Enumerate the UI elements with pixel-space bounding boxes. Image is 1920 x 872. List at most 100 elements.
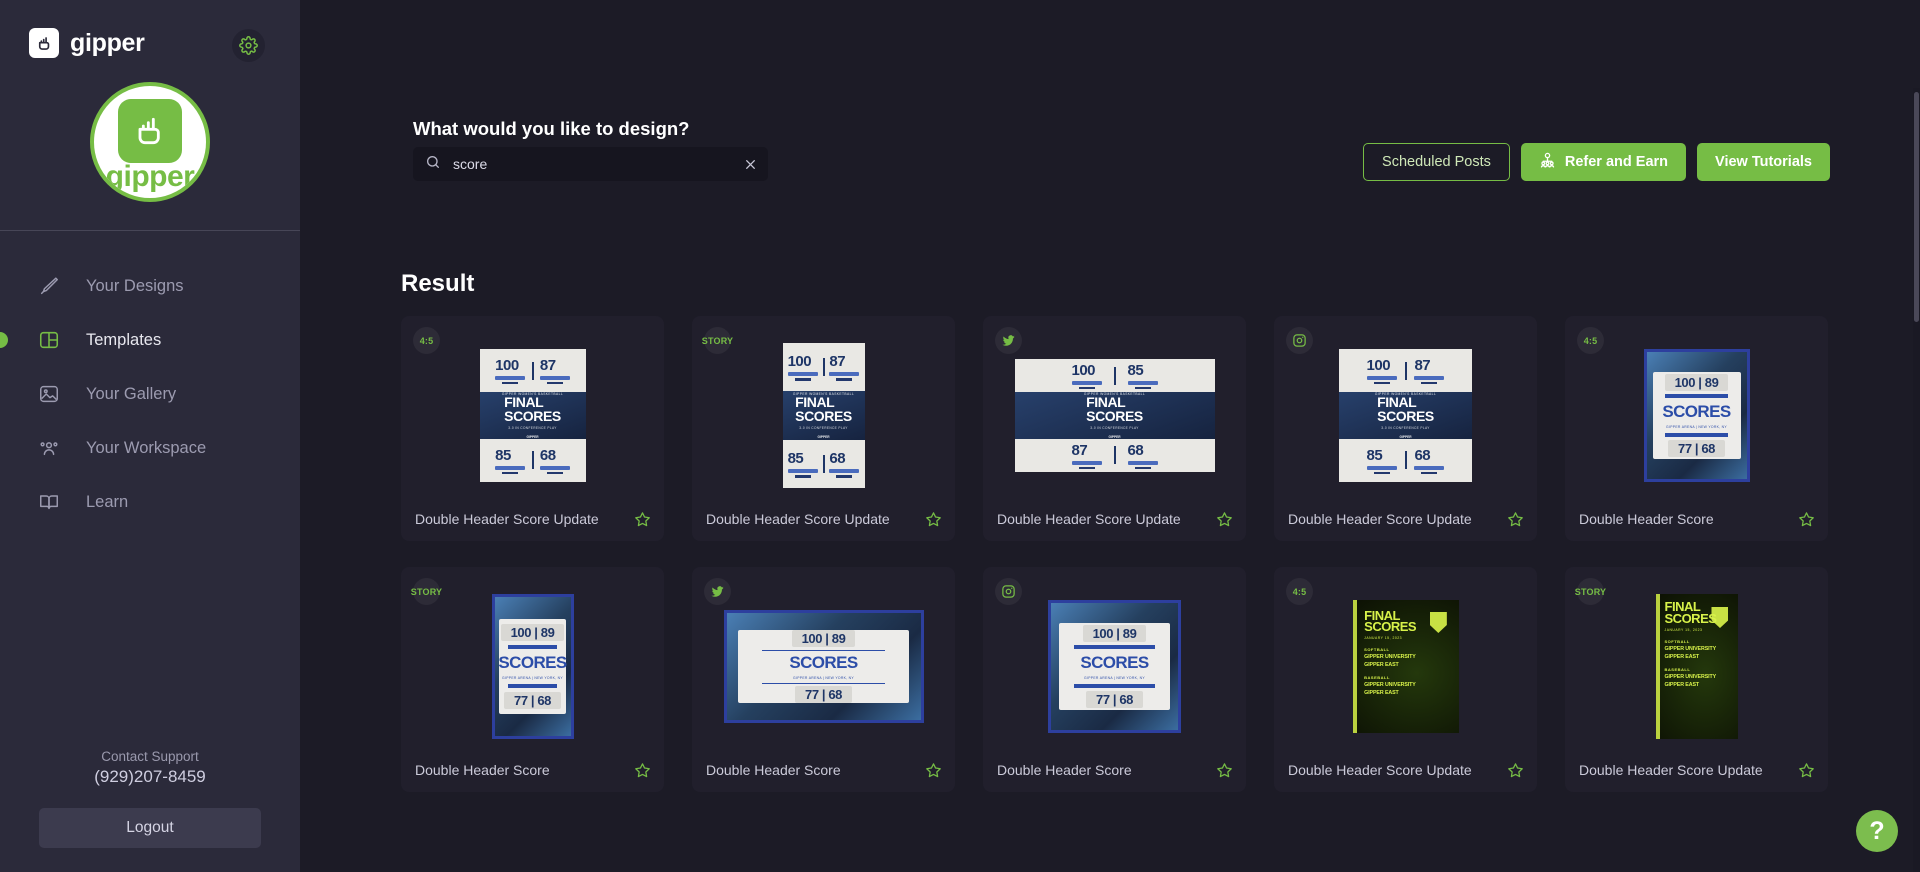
header-actions: Scheduled Posts Refer and Earn View Tuto… xyxy=(1363,143,1830,181)
score-row-top: 100 | 89 xyxy=(791,630,856,648)
favorite-star-icon[interactable] xyxy=(924,510,943,529)
book-icon xyxy=(36,489,62,515)
score-row-top: 100 | 89 xyxy=(1664,373,1729,391)
search-input[interactable] xyxy=(441,156,742,172)
template-thumbnail[interactable]: 100 | 89 SCORES GIPPER ARENA | NEW YORK, N… xyxy=(1565,343,1828,488)
card-footer: Double Header Score Update xyxy=(1565,748,1828,792)
favorite-star-icon[interactable] xyxy=(1506,761,1525,780)
sidebar-item-label: Templates xyxy=(86,330,162,349)
template-card[interactable]: STORY FINAL SCORES JANUARY 15, 2023 SOFTBALL… xyxy=(1565,567,1828,792)
aspect-ratio-badge: STORY xyxy=(411,578,442,605)
refer-and-earn-button[interactable]: Refer and Earn xyxy=(1520,143,1687,181)
template-card[interactable]: STORY 100 87 GIPPER WOMEN'S BASKETBALL FINAL… xyxy=(692,316,955,541)
template-thumbnail[interactable]: 100 | 89 SCORES GIPPER ARENA | NEW YORK, N… xyxy=(983,594,1246,739)
template-card[interactable]: 100 | 89 SCORES GIPPER ARENA | NEW YORK, N… xyxy=(983,567,1246,792)
templates-icon xyxy=(36,327,62,353)
search-icon xyxy=(425,154,441,175)
scrollbar-thumb[interactable] xyxy=(1914,92,1919,322)
template-thumbnail[interactable]: 100 | 89 SCORES GIPPER ARENA | NEW YORK, N… xyxy=(401,594,664,739)
page-title: What would you like to design? xyxy=(413,118,690,139)
score-row-top: 100 87 xyxy=(783,343,865,391)
template-artwork: 100 | 89 SCORES GIPPER ARENA | NEW YORK, N… xyxy=(498,619,567,714)
sidebar-item-templates[interactable]: Templates xyxy=(0,313,300,367)
template-thumbnail[interactable]: FINAL SCORES JANUARY 15, 2023 SOFTBALL GIPPE… xyxy=(1274,594,1537,739)
favorite-star-icon[interactable] xyxy=(1506,510,1525,529)
template-thumbnail[interactable]: 100 87 GIPPER WOMEN'S BASKETBALL FINAL SCORE… xyxy=(692,343,955,488)
twitter-icon xyxy=(995,327,1022,354)
favorite-star-icon[interactable] xyxy=(633,510,652,529)
template-card[interactable]: 4:5 100 | 89 SCORES GIPPER ARENA | NEW YORK… xyxy=(1565,316,1828,541)
close-icon[interactable] xyxy=(742,156,758,172)
sidebar-item-learn[interactable]: Learn xyxy=(0,475,300,529)
aspect-ratio-badge: 4:5 xyxy=(1286,578,1313,605)
sidebar-divider xyxy=(0,230,300,231)
artwork-headline: SCORES xyxy=(1080,652,1149,672)
contact-support-label: Contact Support xyxy=(101,749,199,764)
favorite-star-icon[interactable] xyxy=(1215,510,1234,529)
thumbnail-image: 100 85 GIPPER WOMEN'S BASKETBALL FINAL SCORE… xyxy=(1014,359,1215,472)
support-phone[interactable]: (929)207-8459 xyxy=(0,767,300,787)
template-card[interactable]: 4:5 FINAL SCORES JANUARY 15, 2023 SOFTBALL GI… xyxy=(1274,567,1537,792)
gear-icon[interactable] xyxy=(232,29,265,62)
refer-and-earn-label: Refer and Earn xyxy=(1564,154,1669,170)
card-footer: Double Header Score xyxy=(1565,497,1828,541)
template-title: Double Header Score xyxy=(997,762,1132,778)
sidebar-header: gipper gipper xyxy=(0,0,300,231)
favorite-star-icon[interactable] xyxy=(1797,761,1816,780)
sidebar-item-your-gallery[interactable]: Your Gallery xyxy=(0,367,300,421)
score-row-top: 100 | 89 xyxy=(1082,624,1147,642)
sidebar-item-label: Learn xyxy=(86,492,129,511)
sidebar-item-label: Your Gallery xyxy=(86,384,177,403)
thumbnail-image: 100 | 89 SCORES GIPPER ARENA | NEW YORK, N… xyxy=(1643,349,1750,482)
sidebar-item-your-workspace[interactable]: Your Workspace xyxy=(0,421,300,475)
logout-button[interactable]: Logout xyxy=(39,808,261,848)
template-thumbnail[interactable]: 100 87 GIPPER WOMEN'S BASKETBALL FINAL SCORE… xyxy=(1274,343,1537,488)
template-card[interactable]: STORY 100 | 89 SCORES GIPPER ARENA | NEW YO… xyxy=(401,567,664,792)
gipper-mark-icon xyxy=(29,28,59,58)
card-footer: Double Header Score Update xyxy=(983,497,1246,541)
sidebar-item-your-designs[interactable]: Your Designs xyxy=(0,259,300,313)
template-thumbnail[interactable]: FINAL SCORES JANUARY 15, 2023 SOFTBALL GIPPE… xyxy=(1565,594,1828,739)
template-artwork: 100 87 GIPPER WOMEN'S BASKETBALL FINAL SCORE… xyxy=(1339,349,1472,482)
score-row-bottom: 87 68 xyxy=(1015,439,1215,472)
card-footer: Double Header Score Update xyxy=(1274,748,1537,792)
view-tutorials-button[interactable]: View Tutorials xyxy=(1697,143,1830,181)
artwork-headline: SCORES xyxy=(498,652,567,672)
help-button[interactable]: ? xyxy=(1856,810,1898,852)
template-card[interactable]: 100 | 89 SCORES GIPPER ARENA | NEW YORK, N… xyxy=(692,567,955,792)
template-artwork: 100 85 GIPPER WOMEN'S BASKETBALL FINAL SCORE… xyxy=(1014,359,1215,472)
template-thumbnail[interactable]: 100 87 GIPPER WOMEN'S BASKETBALL FINAL SCORE… xyxy=(401,343,664,488)
favorite-star-icon[interactable] xyxy=(1797,510,1816,529)
favorite-star-icon[interactable] xyxy=(633,761,652,780)
template-card[interactable]: 4:5 100 87 GIPPER WOMEN'S BASKETBALL FINAL SC… xyxy=(401,316,664,541)
scheduled-posts-button[interactable]: Scheduled Posts xyxy=(1363,143,1510,181)
thumbnail-image: 100 87 GIPPER WOMEN'S BASKETBALL FINAL SCORE… xyxy=(1339,349,1472,482)
thumbnail-image: FINAL SCORES JANUARY 15, 2023 SOFTBALL GIPPE… xyxy=(1352,600,1459,733)
avatar-label: gipper xyxy=(105,159,195,193)
favorite-star-icon[interactable] xyxy=(924,761,943,780)
favorite-star-icon[interactable] xyxy=(1215,761,1234,780)
app-root: gipper gipper Your Designs Templates You… xyxy=(0,0,1920,872)
score-row-top: 100 87 xyxy=(1339,349,1472,392)
top-bar xyxy=(300,0,1920,88)
score-row-bottom: 77 | 68 xyxy=(1086,691,1143,709)
card-footer: Double Header Score Update xyxy=(1274,497,1537,541)
template-title: Double Header Score Update xyxy=(1288,762,1472,778)
active-indicator-dot xyxy=(0,332,8,348)
template-title: Double Header Score xyxy=(706,762,841,778)
sidebar-nav: Your Designs Templates Your Gallery Your… xyxy=(0,259,300,529)
score-row-bottom: 85 68 xyxy=(480,439,586,482)
instagram-icon xyxy=(995,578,1022,605)
template-thumbnail[interactable]: 100 | 89 SCORES GIPPER ARENA | NEW YORK, N… xyxy=(692,594,955,739)
thumbnail-image: 100 | 89 SCORES GIPPER ARENA | NEW YORK, N… xyxy=(723,610,924,723)
aspect-ratio-badge: STORY xyxy=(1575,578,1606,605)
template-card[interactable]: 100 87 GIPPER WOMEN'S BASKETBALL FINAL SCORE… xyxy=(1274,316,1537,541)
template-card[interactable]: 100 85 GIPPER WOMEN'S BASKETBALL FINAL SCORE… xyxy=(983,316,1246,541)
artwork-banner: GIPPER WOMEN'S BASKETBALL FINAL SCORES 3-0 … xyxy=(479,392,586,439)
score-row-top: 100 | 89 xyxy=(500,624,565,642)
template-thumbnail[interactable]: 100 85 GIPPER WOMEN'S BASKETBALL FINAL SCORE… xyxy=(983,343,1246,488)
search-bar[interactable] xyxy=(413,147,768,181)
template-title: Double Header Score xyxy=(415,762,550,778)
aspect-ratio-badge: 4:5 xyxy=(1577,327,1604,354)
thumbnail-image: 100 | 89 SCORES GIPPER ARENA | NEW YORK, N… xyxy=(1048,600,1181,733)
